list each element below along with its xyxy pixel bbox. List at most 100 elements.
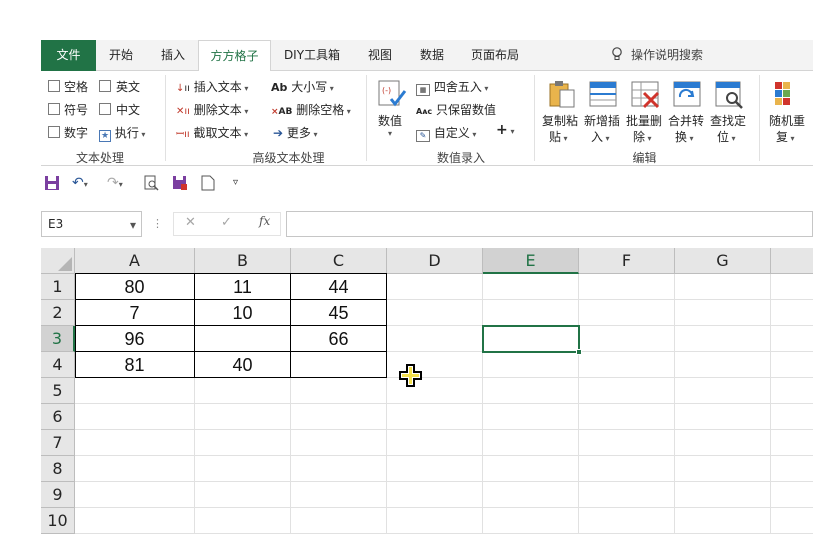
cell-h3[interactable] [771, 326, 813, 352]
cell-e6[interactable] [483, 404, 579, 430]
cell-c4[interactable] [291, 352, 387, 378]
tab-home[interactable]: 开始 [99, 40, 143, 71]
cell-g9[interactable] [675, 482, 771, 508]
cell-c9[interactable] [291, 482, 387, 508]
cell-d8[interactable] [387, 456, 483, 482]
find-locate-button[interactable]: 查找定 [710, 112, 746, 129]
cell-b3[interactable] [195, 326, 291, 352]
row-header-10[interactable]: 10 [41, 508, 75, 534]
cell-f6[interactable] [579, 404, 675, 430]
batch-delete-button[interactable]: 批量删 [626, 112, 662, 129]
cell-f4[interactable] [579, 352, 675, 378]
tell-me-search[interactable]: 操作说明搜索 [611, 40, 703, 71]
cell-e2[interactable] [483, 300, 579, 326]
round-button[interactable]: ▦ 四舍五入 ▾ [416, 78, 488, 96]
cell-h4[interactable] [771, 352, 813, 378]
cell-a6[interactable] [75, 404, 195, 430]
cell-f7[interactable] [579, 430, 675, 456]
cell-h6[interactable] [771, 404, 813, 430]
cell-a9[interactable] [75, 482, 195, 508]
cell-h10[interactable] [771, 508, 813, 534]
cell-e9[interactable] [483, 482, 579, 508]
extract-text-button[interactable]: ꟷıı 截取文本 ▾ [176, 124, 248, 141]
column-header-h[interactable] [771, 248, 813, 274]
column-header-d[interactable]: D [387, 248, 483, 274]
delete-text-button[interactable]: ✕ıı 删除文本 ▾ [176, 101, 248, 118]
cell-b7[interactable] [195, 430, 291, 456]
cell-h1[interactable] [771, 274, 813, 300]
cell-a5[interactable] [75, 378, 195, 404]
tab-diy[interactable]: DIY工具箱 [279, 40, 345, 71]
add-plus-button[interactable]: + ▾ [496, 122, 515, 138]
cell-d6[interactable] [387, 404, 483, 430]
cell-b2[interactable]: 10 [195, 300, 291, 326]
cell-a1[interactable]: 80 [75, 274, 195, 300]
cell-b6[interactable] [195, 404, 291, 430]
row-header-7[interactable]: 7 [41, 430, 75, 456]
cell-f3[interactable] [579, 326, 675, 352]
cell-f8[interactable] [579, 456, 675, 482]
cell-d2[interactable] [387, 300, 483, 326]
name-box[interactable]: E3 ▾ [41, 211, 142, 237]
tab-insert[interactable]: 插入 [151, 40, 195, 71]
cell-a7[interactable] [75, 430, 195, 456]
column-header-b[interactable]: B [195, 248, 291, 274]
merge-convert-button[interactable]: 合并转 [668, 112, 704, 129]
select-all-corner[interactable] [41, 248, 75, 274]
random-repeat-button[interactable]: 随机重 [769, 112, 805, 129]
cancel-icon[interactable]: ✕ [185, 215, 196, 230]
cell-f9[interactable] [579, 482, 675, 508]
cell-c1[interactable]: 44 [291, 274, 387, 300]
cell-b10[interactable] [195, 508, 291, 534]
cell-g1[interactable] [675, 274, 771, 300]
tab-file[interactable]: 文件 [41, 40, 96, 71]
cell-e1[interactable] [483, 274, 579, 300]
cell-d10[interactable] [387, 508, 483, 534]
execute-button[interactable]: ★ 执行 ▾ [99, 124, 145, 142]
new-document-icon[interactable] [201, 175, 215, 195]
cell-f10[interactable] [579, 508, 675, 534]
custom-button[interactable]: ✎ 自定义 ▾ [416, 124, 476, 142]
cell-d3[interactable] [387, 326, 483, 352]
cell-e10[interactable] [483, 508, 579, 534]
remove-space-button[interactable]: ×AB 删除空格 ▾ [271, 101, 351, 118]
number-value-button[interactable]: 数值 [378, 112, 402, 129]
cell-h9[interactable] [771, 482, 813, 508]
save-as-icon[interactable] [172, 175, 188, 195]
cell-a2[interactable]: 7 [75, 300, 195, 326]
cell-d1[interactable] [387, 274, 483, 300]
cell-g10[interactable] [675, 508, 771, 534]
insert-text-button[interactable]: ↓ıı 插入文本 ▾ [176, 78, 248, 95]
column-header-f[interactable]: F [579, 248, 675, 274]
cell-e5[interactable] [483, 378, 579, 404]
row-header-2[interactable]: 2 [41, 300, 75, 326]
formula-input[interactable] [286, 211, 813, 237]
column-header-c[interactable]: C [291, 248, 387, 274]
tab-fangfange[interactable]: 方方格子 [198, 40, 271, 72]
checkbox-symbol[interactable] [48, 103, 60, 115]
tab-data[interactable]: 数据 [412, 40, 452, 71]
cell-c6[interactable] [291, 404, 387, 430]
row-header-6[interactable]: 6 [41, 404, 75, 430]
cell-c2[interactable]: 45 [291, 300, 387, 326]
cell-a3[interactable]: 96 [75, 326, 195, 352]
cell-a4[interactable]: 81 [75, 352, 195, 378]
cell-g6[interactable] [675, 404, 771, 430]
cell-a10[interactable] [75, 508, 195, 534]
cell-h5[interactable] [771, 378, 813, 404]
print-preview-icon[interactable] [143, 175, 159, 195]
redo-icon[interactable]: ↷▾ [107, 175, 123, 193]
confirm-icon[interactable]: ✓ [221, 215, 232, 230]
cell-b9[interactable] [195, 482, 291, 508]
keep-value-button[interactable]: Aᴀc 只保留数值 [416, 101, 496, 118]
cell-h7[interactable] [771, 430, 813, 456]
cell-e4[interactable] [483, 352, 579, 378]
copy-paste-button[interactable]: 复制粘 [542, 112, 578, 129]
save-icon[interactable] [44, 175, 60, 195]
cell-f2[interactable] [579, 300, 675, 326]
row-header-9[interactable]: 9 [41, 482, 75, 508]
column-header-g[interactable]: G [675, 248, 771, 274]
cell-g8[interactable] [675, 456, 771, 482]
cell-g5[interactable] [675, 378, 771, 404]
cell-g4[interactable] [675, 352, 771, 378]
